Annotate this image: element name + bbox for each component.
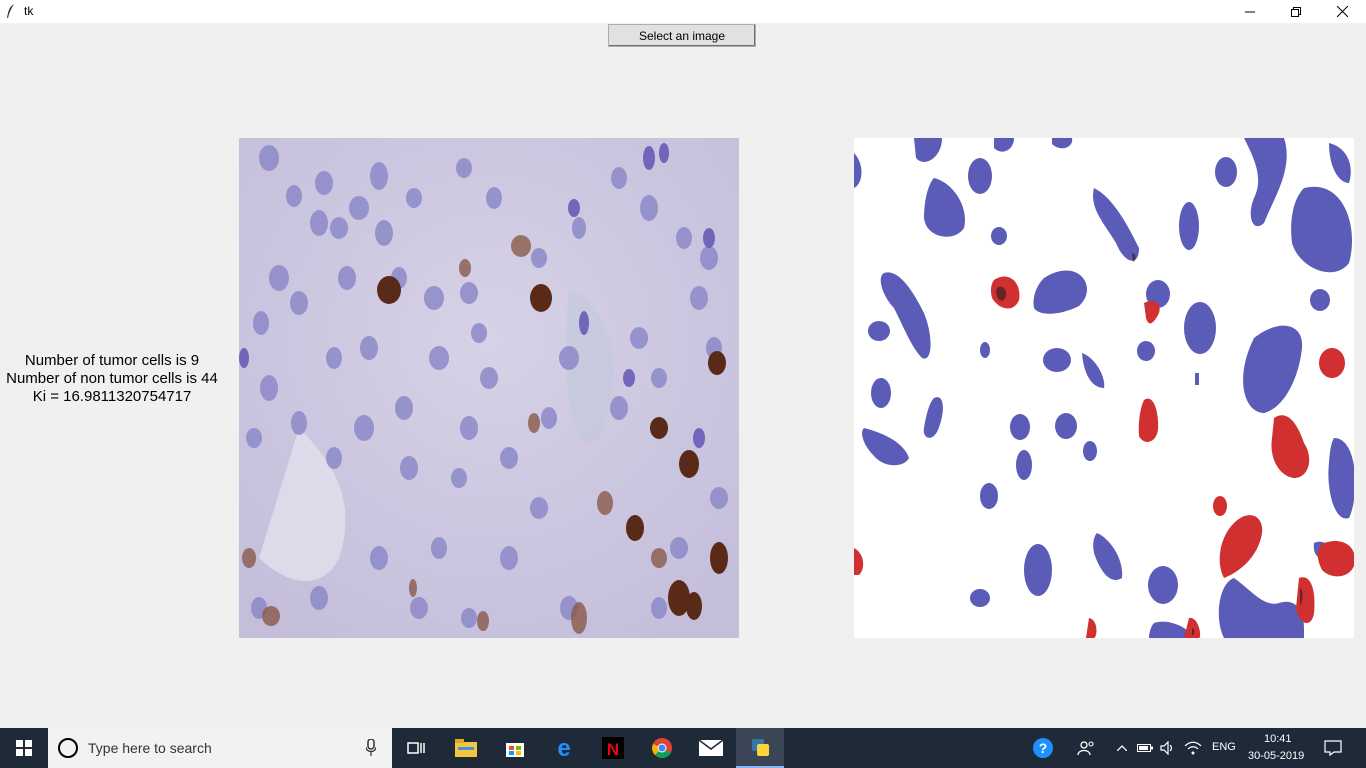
windows-logo-icon [16,740,32,756]
task-view-icon[interactable] [392,728,440,768]
language-indicator[interactable]: ENG [1212,741,1236,753]
edge-icon[interactable]: e [540,728,588,768]
store-icon[interactable] [491,728,539,768]
clock-time[interactable]: 10:41 [1264,733,1292,745]
minimize-button[interactable] [1227,0,1273,23]
original-image [239,138,739,638]
segmentation-map [854,138,1354,638]
select-image-button[interactable]: Select an image [608,24,756,47]
close-icon [1336,6,1348,17]
people-icon[interactable] [1066,728,1106,768]
svg-text:?: ? [1039,740,1048,756]
chrome-icon[interactable] [638,728,686,768]
taskbar-search-box[interactable]: Type here to search [48,728,392,768]
start-button[interactable] [0,728,48,768]
volume-icon[interactable] [1156,728,1180,768]
restore-button[interactable] [1273,0,1319,23]
results-panel: Number of tumor cells is 9 Number of non… [0,352,224,406]
restore-icon [1291,6,1301,17]
battery-icon[interactable] [1134,728,1156,768]
svg-text:N: N [607,740,619,759]
taskbar: Type here to search e N ? ENG 10:41 30-0… [0,728,1366,768]
wifi-icon[interactable] [1180,728,1206,768]
clock-date[interactable]: 30-05-2019 [1248,750,1304,762]
segmentation-result-image [854,138,1354,638]
non-tumor-count-label: Number of non tumor cells is 44 [6,370,218,387]
feather-icon [7,4,14,18]
tumor-count-label: Number of tumor cells is 9 [24,352,200,369]
microphone-icon[interactable] [366,739,376,756]
close-button[interactable] [1319,0,1365,23]
help-icon[interactable]: ? [1020,728,1066,768]
ki-index-label: Ki = 16.9811320754717 [32,388,192,405]
chevron-up-icon[interactable] [1110,728,1134,768]
python-icon[interactable] [736,728,784,768]
search-placeholder: Type here to search [88,740,212,756]
cortana-icon [58,738,78,758]
netflix-icon[interactable]: N [589,728,637,768]
mail-icon[interactable] [687,728,735,768]
histology-slide-image [239,138,739,638]
svg-text:e: e [557,737,570,759]
file-explorer-icon[interactable] [442,728,490,768]
minimize-icon [1245,11,1255,12]
title-bar: tk [0,0,1366,23]
notification-icon[interactable] [1316,728,1350,768]
window-title: tk [24,4,34,18]
